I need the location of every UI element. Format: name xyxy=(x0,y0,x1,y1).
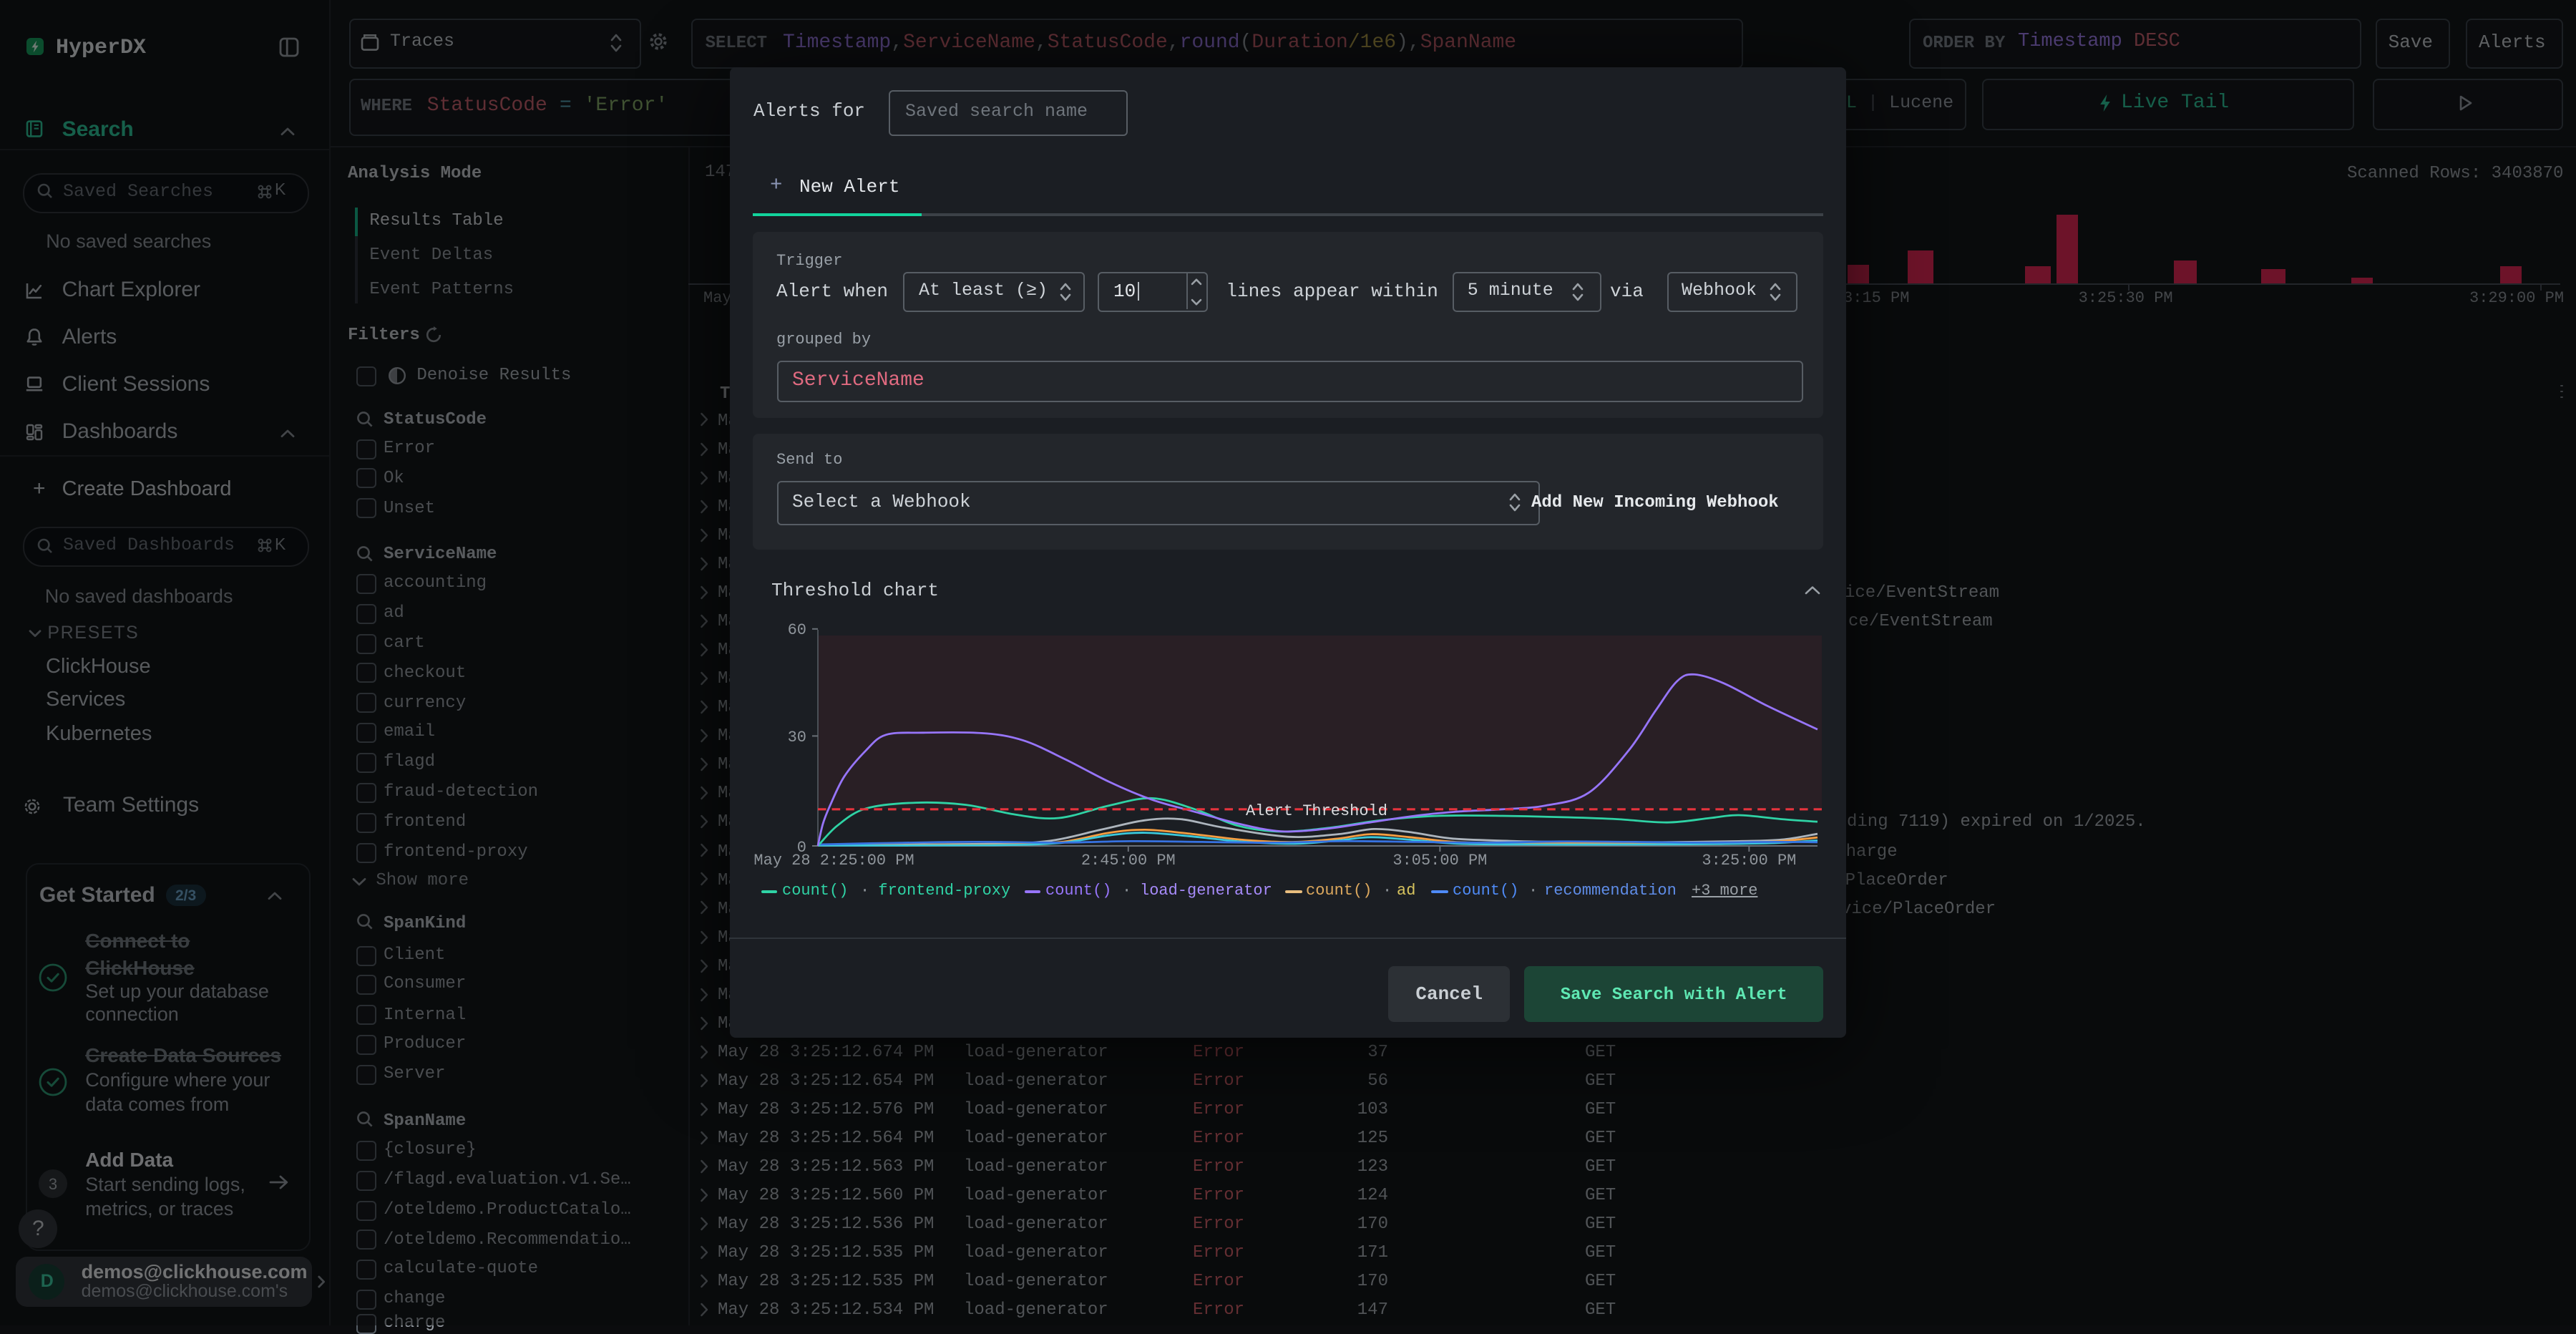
svg-text:Alert Threshold: Alert Threshold xyxy=(1246,802,1387,820)
svg-text:May 28 2:25:00 PM: May 28 2:25:00 PM xyxy=(753,852,914,870)
svg-text:2:45:00 PM: 2:45:00 PM xyxy=(1081,852,1176,870)
svg-text:60: 60 xyxy=(788,621,806,639)
svg-text:3:05:00 PM: 3:05:00 PM xyxy=(1392,852,1487,870)
svg-text:30: 30 xyxy=(788,729,806,746)
svg-text:3:25:00 PM: 3:25:00 PM xyxy=(1702,852,1796,870)
